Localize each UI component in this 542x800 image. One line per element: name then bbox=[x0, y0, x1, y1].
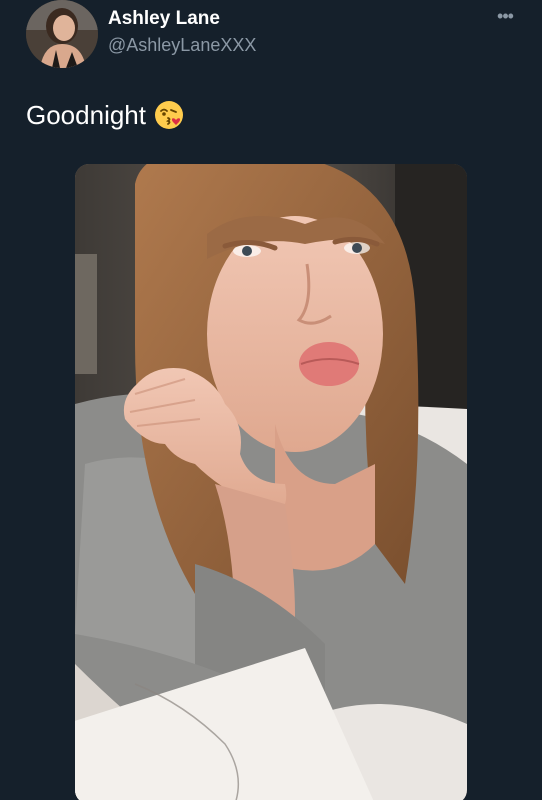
more-options-icon[interactable]: ••• bbox=[490, 6, 520, 26]
tweet-text-content: Goodnight bbox=[26, 100, 146, 130]
face-blowing-a-kiss-emoji-icon bbox=[154, 100, 184, 130]
tweet-photo[interactable] bbox=[75, 164, 467, 800]
user-handle[interactable]: @AshleyLaneXXX bbox=[108, 34, 256, 56]
display-name[interactable]: Ashley Lane bbox=[108, 7, 220, 31]
avatar[interactable] bbox=[26, 0, 98, 68]
tweet-card: Ashley Lane @AshleyLaneXXX ••• Goodnight bbox=[0, 0, 542, 800]
tweet-text: Goodnight bbox=[26, 98, 184, 132]
